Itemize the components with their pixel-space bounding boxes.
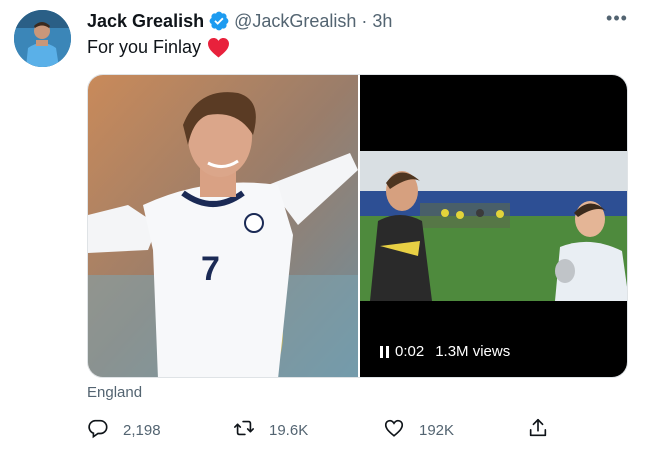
author-handle[interactable]: @JackGrealish (234, 11, 356, 32)
tweet-location[interactable]: England (87, 384, 142, 401)
share-button[interactable] (527, 417, 549, 443)
retweet-count: 19.6K (269, 421, 309, 439)
tweet-body: For you Finlay (87, 37, 202, 57)
reply-icon (87, 417, 109, 443)
like-button[interactable]: 192K (383, 417, 454, 443)
author-avatar[interactable] (14, 10, 71, 67)
verified-badge-icon (208, 10, 230, 32)
tweet-actions: 2,198 19.6K 192K (87, 417, 557, 441)
like-count: 192K (419, 421, 455, 439)
tweet-media: 7 0:02 1.3M views (87, 74, 628, 378)
reply-count: 2,198 (123, 421, 161, 439)
separator-dot: · (361, 10, 368, 31)
tweet-timestamp[interactable]: 3h (372, 11, 392, 32)
pause-icon[interactable] (380, 345, 389, 358)
heart-icon (207, 37, 230, 58)
retweet-icon (233, 417, 255, 443)
retweet-button[interactable]: 19.6K (233, 417, 308, 443)
video-info: 0:02 1.3M views (380, 343, 510, 360)
more-options-icon[interactable]: ••• (606, 9, 628, 28)
like-heart-icon (383, 417, 405, 443)
svg-text:7: 7 (201, 250, 220, 288)
tweet-header: Jack Grealish @JackGrealish · 3h (87, 10, 392, 32)
video-views: 1.3M views (435, 343, 511, 360)
reply-button[interactable]: 2,198 (87, 417, 161, 443)
author-name[interactable]: Jack Grealish (87, 11, 204, 32)
media-photo[interactable]: 7 (88, 75, 358, 377)
video-frame (360, 151, 627, 301)
media-video[interactable]: 0:02 1.3M views (360, 75, 627, 377)
tweet-text: For you Finlay (87, 36, 230, 58)
share-icon (527, 417, 549, 443)
video-time: 0:02 (395, 343, 425, 360)
